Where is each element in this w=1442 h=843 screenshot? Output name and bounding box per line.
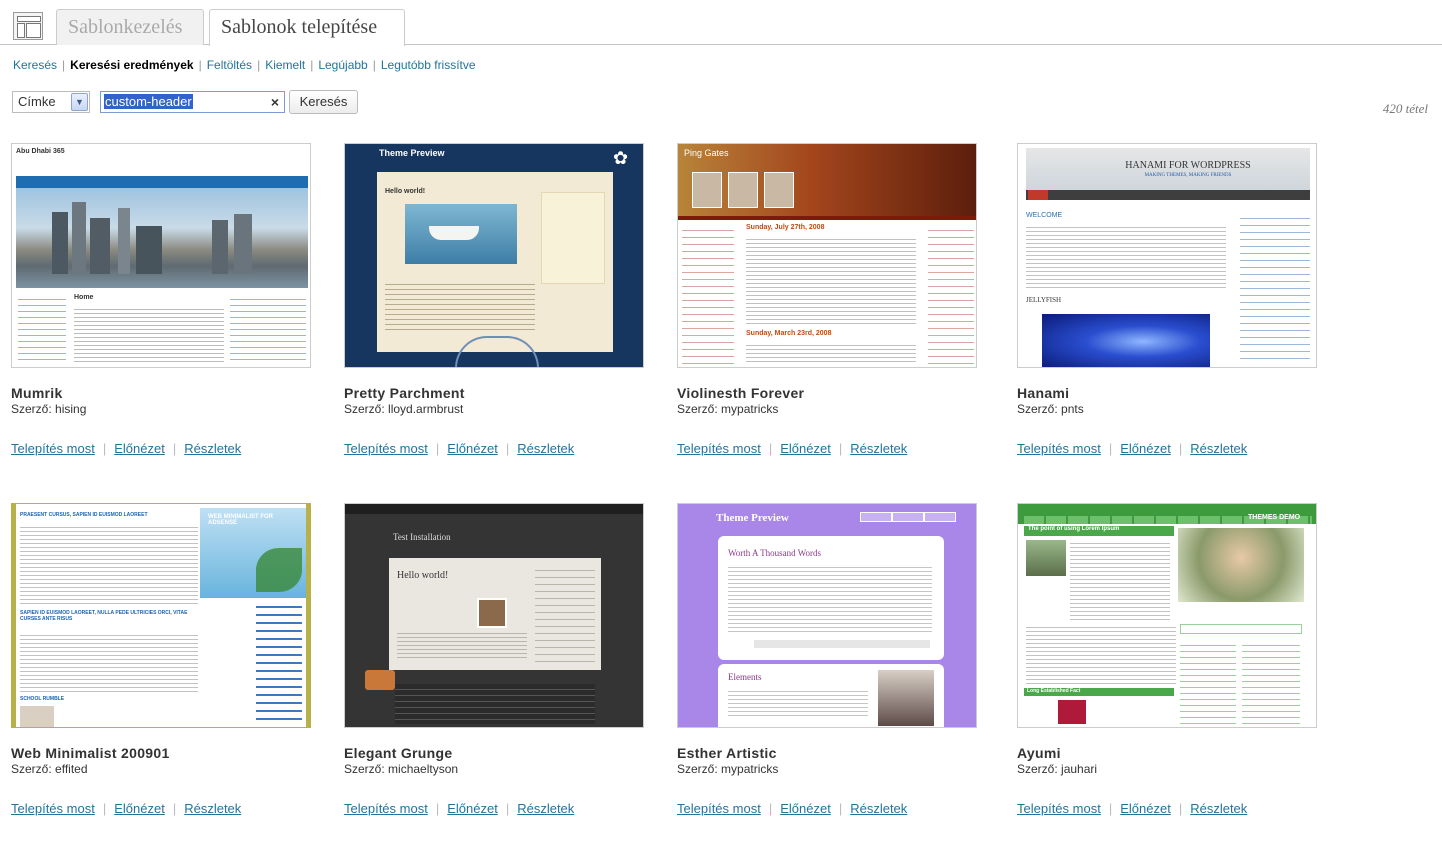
theme-actions: Telepítés most | Előnézet | Részletek bbox=[1017, 801, 1248, 816]
install-now-link[interactable]: Telepítés most bbox=[344, 801, 428, 816]
tab-install-themes[interactable]: Sablonok telepítése bbox=[209, 9, 405, 46]
theme-name: Hanami bbox=[1017, 385, 1070, 401]
filter-recently-updated[interactable]: Legutóbb frissítve bbox=[381, 58, 476, 72]
theme-card: Abu Dhabi 365 Home Mumrik Szerző: hising… bbox=[11, 143, 321, 473]
theme-author: Szerző: hising bbox=[11, 402, 87, 416]
theme-thumbnail[interactable]: HANAMI FOR WORDPRESS MAKING THEMES, MAKI… bbox=[1017, 143, 1317, 368]
theme-name: Esther Artistic bbox=[677, 745, 777, 761]
filter-newest[interactable]: Legújabb bbox=[318, 58, 367, 72]
theme-actions: Telepítés most | Előnézet | Részletek bbox=[1017, 441, 1248, 456]
theme-author: Szerző: mypatricks bbox=[677, 402, 779, 416]
chevron-down-icon[interactable]: ▼ bbox=[71, 93, 88, 111]
filter-search-results: Keresési eredmények bbox=[70, 58, 194, 72]
theme-card: Test Installation Hello world! Elegant G… bbox=[344, 503, 654, 833]
install-now-link[interactable]: Telepítés most bbox=[344, 441, 428, 456]
theme-actions: Telepítés most | Előnézet | Részletek bbox=[344, 441, 575, 456]
theme-card: Theme Preview ✿ Hello world! Pretty Parc… bbox=[344, 143, 654, 473]
theme-actions: Telepítés most | Előnézet | Részletek bbox=[11, 801, 242, 816]
details-link[interactable]: Részletek bbox=[850, 801, 907, 816]
theme-name: Elegant Grunge bbox=[344, 745, 453, 761]
clear-search-icon[interactable]: × bbox=[271, 92, 279, 112]
tab-manage-themes[interactable]: Sablonkezelés bbox=[56, 9, 204, 45]
preview-link[interactable]: Előnézet bbox=[114, 801, 165, 816]
preview-link[interactable]: Előnézet bbox=[1120, 441, 1171, 456]
preview-link[interactable]: Előnézet bbox=[114, 441, 165, 456]
result-count: 420 tétel bbox=[1382, 101, 1428, 116]
theme-author: Szerző: jauhari bbox=[1017, 762, 1098, 776]
theme-card: Theme Preview Worth A Thousand Words Ele… bbox=[677, 503, 987, 833]
install-filter-links: Keresés | Keresési eredmények | Feltöltés | Ki… bbox=[13, 58, 476, 72]
theme-name: Violinesth Forever bbox=[677, 385, 805, 401]
theme-thumbnail[interactable]: PRAESENT CURSUS, SAPIEN ID EUISMOD LAORE… bbox=[11, 503, 311, 728]
details-link[interactable]: Részletek bbox=[1190, 801, 1247, 816]
theme-actions: Telepítés most | Előnézet | Részletek bbox=[344, 801, 575, 816]
theme-thumbnail[interactable]: Abu Dhabi 365 Home bbox=[11, 143, 311, 368]
install-now-link[interactable]: Telepítés most bbox=[11, 441, 95, 456]
theme-author: Szerző: michaeltyson bbox=[344, 762, 459, 776]
details-link[interactable]: Részletek bbox=[184, 801, 241, 816]
theme-thumbnail[interactable]: The point of using Lorem Ipsum THEMES DE… bbox=[1017, 503, 1317, 728]
filter-search[interactable]: Keresés bbox=[13, 58, 57, 72]
theme-thumbnail[interactable]: Theme Preview ✿ Hello world! bbox=[344, 143, 644, 368]
install-now-link[interactable]: Telepítés most bbox=[1017, 801, 1101, 816]
theme-thumbnail[interactable]: Ping Gates Sunday, July 27th, 2008 Sunda… bbox=[677, 143, 977, 368]
search-input-value: custom-header bbox=[104, 94, 193, 109]
details-link[interactable]: Részletek bbox=[1190, 441, 1247, 456]
details-link[interactable]: Részletek bbox=[517, 441, 574, 456]
theme-thumbnail[interactable]: Test Installation Hello world! bbox=[344, 503, 644, 728]
theme-card: The point of using Lorem Ipsum THEMES DE… bbox=[1017, 503, 1327, 833]
search-input[interactable]: custom-header × bbox=[100, 91, 285, 113]
theme-name: Mumrik bbox=[11, 385, 63, 401]
preview-link[interactable]: Előnézet bbox=[447, 801, 498, 816]
filter-featured[interactable]: Kiemelt bbox=[265, 58, 305, 72]
theme-actions: Telepítés most | Előnézet | Részletek bbox=[677, 441, 908, 456]
details-link[interactable]: Részletek bbox=[850, 441, 907, 456]
theme-thumbnail[interactable]: Theme Preview Worth A Thousand Words Ele… bbox=[677, 503, 977, 728]
search-type-value: Címke bbox=[18, 94, 56, 109]
install-now-link[interactable]: Telepítés most bbox=[677, 801, 761, 816]
theme-author: Szerző: lloyd.armbrust bbox=[344, 402, 464, 416]
theme-author: Szerző: effited bbox=[11, 762, 88, 776]
theme-card: PRAESENT CURSUS, SAPIEN ID EUISMOD LAORE… bbox=[11, 503, 321, 833]
preview-link[interactable]: Előnézet bbox=[780, 441, 831, 456]
themes-page-icon bbox=[13, 12, 43, 40]
theme-author: Szerző: pnts bbox=[1017, 402, 1084, 416]
preview-link[interactable]: Előnézet bbox=[447, 441, 498, 456]
theme-actions: Telepítés most | Előnézet | Részletek bbox=[677, 801, 908, 816]
install-now-link[interactable]: Telepítés most bbox=[11, 801, 95, 816]
theme-name: Ayumi bbox=[1017, 745, 1061, 761]
theme-card: Ping Gates Sunday, July 27th, 2008 Sunda… bbox=[677, 143, 987, 473]
theme-name: Pretty Parchment bbox=[344, 385, 465, 401]
details-link[interactable]: Részletek bbox=[184, 441, 241, 456]
search-button[interactable]: Keresés bbox=[289, 90, 358, 114]
details-link[interactable]: Részletek bbox=[517, 801, 574, 816]
search-type-select[interactable]: Címke ▼ bbox=[12, 91, 90, 113]
preview-link[interactable]: Előnézet bbox=[780, 801, 831, 816]
install-now-link[interactable]: Telepítés most bbox=[677, 441, 761, 456]
theme-actions: Telepítés most | Előnézet | Részletek bbox=[11, 441, 242, 456]
theme-author: Szerző: mypatricks bbox=[677, 762, 779, 776]
theme-name: Web Minimalist 200901 bbox=[11, 745, 170, 761]
filter-upload[interactable]: Feltöltés bbox=[207, 58, 252, 72]
install-now-link[interactable]: Telepítés most bbox=[1017, 441, 1101, 456]
theme-card: HANAMI FOR WORDPRESS MAKING THEMES, MAKI… bbox=[1017, 143, 1327, 473]
preview-link[interactable]: Előnézet bbox=[1120, 801, 1171, 816]
